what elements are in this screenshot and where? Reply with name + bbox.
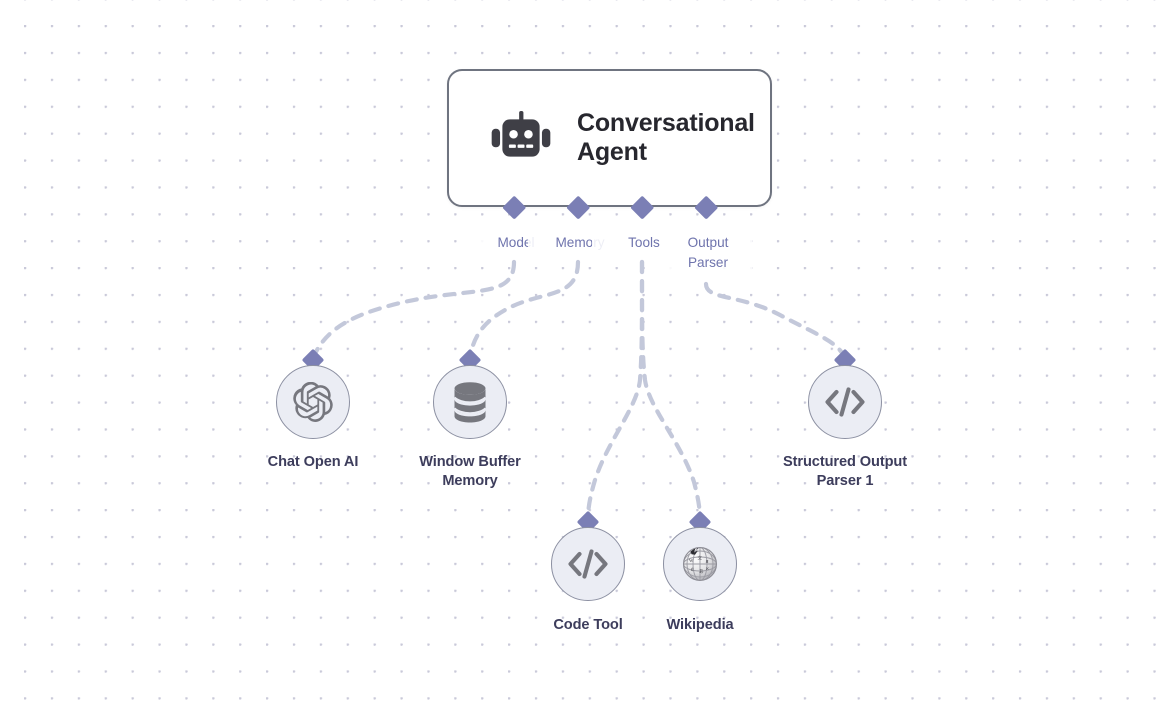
wikipedia-globe-icon: W 文 Я ع あ א (682, 546, 718, 582)
code-brackets-icon (825, 387, 865, 417)
robot-icon (491, 111, 551, 157)
node-label-window-buffer-memory: Window Buffer Memory (419, 454, 521, 490)
database-icon (453, 382, 487, 423)
workflow-canvas[interactable]: Conversational Agent Model Memory Tools … (0, 0, 1168, 704)
node-conversational-agent[interactable]: Conversational Agent (447, 69, 772, 207)
edge-tools-to-code-tool (585, 259, 645, 523)
edge-model-to-chat-open-ai (310, 259, 517, 361)
node-label-structured-output-parser: Structured Output Parser 1 (783, 454, 907, 490)
edge-output-parser-to-structured-output-parser (703, 281, 848, 361)
port-label-output-parser: Output Parser (664, 233, 752, 273)
svg-text:文: 文 (698, 555, 703, 562)
edge-tools-to-wikipedia (639, 259, 703, 523)
edge-memory-to-window-buffer-memory (467, 259, 581, 361)
svg-text:W: W (689, 558, 694, 563)
node-chat-open-ai[interactable] (276, 365, 350, 439)
node-label-wikipedia: Wikipedia (666, 617, 734, 633)
node-code-tool[interactable] (551, 527, 625, 601)
svg-text:א: א (706, 566, 709, 571)
code-brackets-icon (568, 549, 608, 579)
svg-text:Я: Я (706, 559, 709, 564)
agent-node-title: Conversational Agent (577, 109, 755, 166)
node-window-buffer-memory[interactable] (433, 365, 507, 439)
node-wikipedia[interactable]: W 文 Я ع あ א (663, 527, 737, 601)
node-label-chat-open-ai: Chat Open AI (267, 454, 359, 470)
openai-logo-icon (293, 382, 333, 422)
node-structured-output-parser[interactable] (808, 365, 882, 439)
